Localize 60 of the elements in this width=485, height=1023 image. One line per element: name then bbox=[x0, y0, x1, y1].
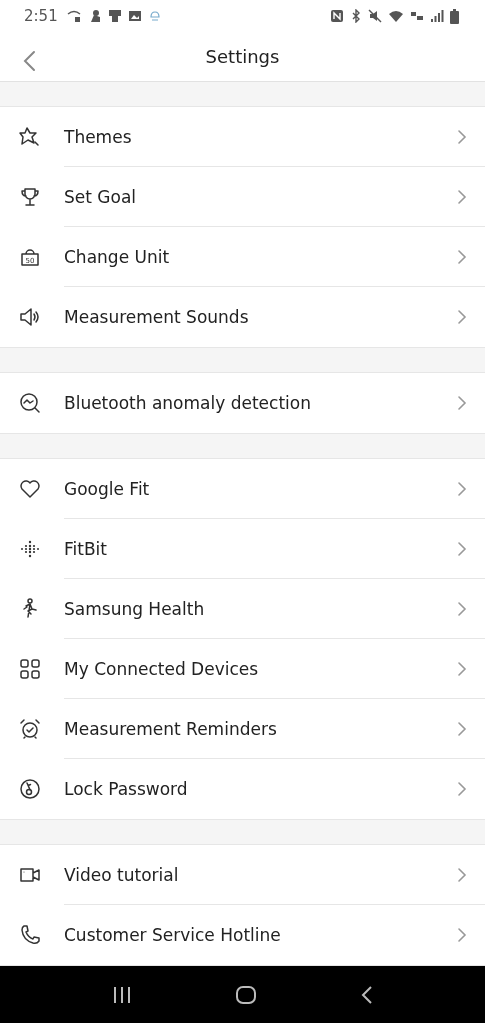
image-icon bbox=[127, 9, 142, 24]
wifi-icon bbox=[388, 9, 404, 24]
settings-item[interactable]: Themes bbox=[0, 107, 485, 167]
settings-item[interactable]: Measurement Sounds bbox=[0, 287, 485, 347]
settings-item[interactable]: Google Fit bbox=[0, 459, 485, 519]
alarm-clock-icon bbox=[18, 717, 42, 741]
item-label: Samsung Health bbox=[64, 598, 205, 619]
bluetooth-icon bbox=[350, 9, 362, 24]
chevron-icon bbox=[457, 309, 467, 325]
recent-apps-icon[interactable] bbox=[111, 985, 132, 1004]
item-label: Measurement Sounds bbox=[64, 307, 249, 327]
settings-item[interactable]: Video tutorial bbox=[0, 845, 485, 905]
scan-icon bbox=[18, 391, 42, 415]
home-icon[interactable] bbox=[234, 984, 257, 1005]
chevron-icon bbox=[457, 781, 467, 797]
chevron-icon bbox=[457, 395, 467, 411]
status-time: 2:51 bbox=[24, 7, 58, 26]
chevron-icon bbox=[457, 480, 467, 497]
settings-item[interactable]: Measurement Reminders bbox=[0, 699, 485, 759]
chevron-icon bbox=[457, 540, 467, 557]
chevron-icon bbox=[457, 927, 467, 943]
chevron-icon bbox=[457, 866, 467, 883]
mute-icon bbox=[368, 9, 382, 24]
item-label: Set Goal bbox=[64, 186, 137, 207]
item-label: FitBit bbox=[64, 538, 107, 559]
speaker-icon bbox=[18, 305, 42, 329]
battery-icon bbox=[450, 8, 459, 24]
item-label: Themes bbox=[64, 126, 132, 147]
weather-icon bbox=[147, 9, 162, 24]
heart-icon bbox=[18, 477, 42, 501]
item-label: Bluetooth anomaly detection bbox=[64, 393, 311, 413]
settings-item[interactable]: Customer Service Hotline bbox=[0, 905, 485, 965]
chevron-icon bbox=[457, 720, 467, 737]
lock-icon bbox=[18, 777, 42, 801]
back-icon[interactable] bbox=[359, 984, 374, 1005]
page-title: Settings bbox=[205, 46, 280, 68]
item-label: Video tutorial bbox=[64, 864, 179, 885]
settings-item[interactable]: FitBit bbox=[0, 519, 485, 579]
chevron-icon bbox=[457, 660, 467, 677]
grid-icon bbox=[18, 657, 42, 681]
item-label: Measurement Reminders bbox=[64, 718, 277, 739]
phone-icon bbox=[18, 923, 42, 947]
item-label: Google Fit bbox=[64, 478, 150, 499]
nfc-icon bbox=[330, 9, 344, 24]
chevron-icon bbox=[457, 128, 467, 145]
trophy-icon bbox=[18, 185, 42, 209]
settings-item[interactable]: My Connected Devices bbox=[0, 639, 485, 699]
item-label: Customer Service Hotline bbox=[64, 925, 281, 945]
item-label: Lock Password bbox=[64, 779, 188, 799]
chevron-icon bbox=[457, 600, 467, 617]
signal-icon bbox=[430, 9, 444, 24]
settings-item[interactable]: Lock Password bbox=[0, 759, 485, 819]
settings-item[interactable]: Set Goal bbox=[0, 167, 485, 227]
settings-item[interactable]: Bluetooth anomaly detection bbox=[0, 373, 485, 433]
settings-item[interactable]: Samsung Health bbox=[0, 579, 485, 639]
star-icon bbox=[18, 125, 42, 149]
item-label: Change Unit bbox=[64, 246, 170, 267]
chevron-icon bbox=[457, 188, 467, 205]
chevron-icon bbox=[457, 248, 467, 265]
item-label: My Connected Devices bbox=[64, 658, 259, 679]
